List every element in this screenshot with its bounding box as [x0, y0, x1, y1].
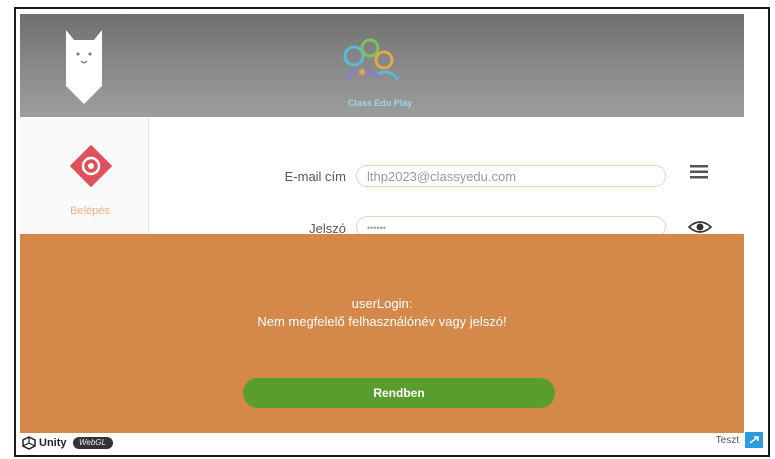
footer-right: Teszt	[716, 432, 763, 448]
webgl-badge: WebGL	[72, 437, 113, 449]
unity-text: Unity	[39, 437, 67, 449]
eye-icon[interactable]	[688, 219, 712, 235]
login-label: Belépés	[70, 205, 110, 217]
at-sign-login-icon[interactable]	[66, 141, 116, 191]
dialog-title: userLogin:	[351, 296, 413, 311]
email-field[interactable]: lthp2023@classyedu.com	[356, 165, 666, 187]
ok-button[interactable]: Rendben	[243, 378, 555, 408]
fullscreen-button[interactable]	[745, 432, 763, 448]
email-label: E-mail cím	[284, 169, 346, 184]
cat-shield-logo-icon	[66, 30, 102, 104]
unity-footer-logo: Unity WebGL	[22, 436, 113, 450]
brand-text: Class Edu Play	[347, 98, 413, 108]
fullscreen-icon	[749, 436, 759, 444]
unity-cube-icon	[22, 436, 36, 450]
footer-title: Teszt	[715, 434, 739, 446]
dialog-message: Nem megfelelő felhasználónév vagy jelszó…	[257, 314, 507, 329]
brand-logo-icon	[343, 38, 400, 81]
login-side-panel: Belépés	[20, 117, 149, 234]
error-dialog: userLogin: Nem megfelelő felhasználónév …	[20, 234, 744, 433]
header-banner: Class Edu Play	[20, 14, 744, 117]
menu-icon[interactable]	[690, 165, 708, 179]
